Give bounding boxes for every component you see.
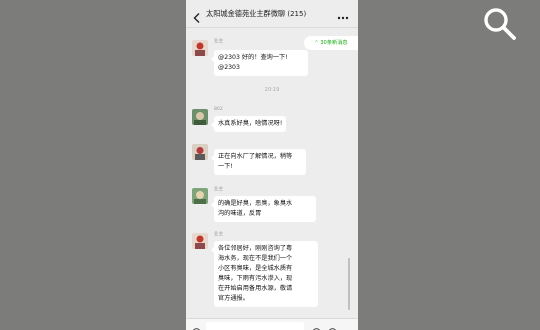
message-line: 的确是好臭，恶臭，象臭水 <box>218 200 293 207</box>
avatar[interactable] <box>192 40 208 56</box>
message-line: 沟的味道，反胃 <box>218 210 262 217</box>
up-arrow-icon: ⌃ <box>314 40 319 46</box>
message-bubble[interactable]: 水真系好臭，啥情况呀! <box>211 116 286 132</box>
sender-name: 业主 <box>214 39 224 44</box>
plus-icon[interactable] <box>328 322 337 330</box>
sender-name: 802 <box>214 107 223 112</box>
message-input[interactable] <box>206 322 304 330</box>
message-bubble[interactable]: 的确是好臭，恶臭，象臭水 沟的味道，反胃 <box>211 196 316 222</box>
search-icon[interactable] <box>482 6 518 42</box>
message-line: 在开始启用备用水源，敬请 <box>218 285 293 292</box>
message-line: 小区有臭味，是全城水质有 <box>218 265 293 272</box>
message-line: 官方通报。 <box>218 295 249 302</box>
avatar[interactable] <box>192 233 208 249</box>
sender-name: 业主 <box>214 187 224 192</box>
avatar[interactable] <box>192 144 208 160</box>
time-separator: 20:19 <box>264 87 280 93</box>
message-line: @2303 <box>218 64 240 71</box>
scrollbar[interactable] <box>348 258 350 310</box>
chat-title: 太阳城金德苑业主群微聊 (215) <box>206 9 324 19</box>
emoji-icon[interactable] <box>312 322 321 330</box>
unread-notice: 30条新消息 <box>320 40 348 46</box>
message-bubble[interactable]: 各位邻居好，刚刚咨询了粤 海水务，现在不是我们一个 小区有臭味，是全城水质有 臭… <box>211 241 318 307</box>
sender-name: 业主 <box>214 232 224 237</box>
message-line: 正在向水厂了解情况，稍等 <box>218 153 293 160</box>
phone-screen: 太阳城金德苑业主群微聊 (215) ⌃ 30条新消息 业主 @2303 好的！查… <box>186 0 358 330</box>
member-count: (215) <box>287 10 307 18</box>
more-icon[interactable] <box>336 9 350 21</box>
avatar[interactable] <box>192 188 208 204</box>
message-bubble[interactable]: 正在向水厂了解情况，稍等 一下! <box>211 149 306 175</box>
back-arrow-icon[interactable] <box>192 9 202 23</box>
message-line: 海水务，现在不是我们一个 <box>218 255 293 262</box>
message-line: @2303 好的！查询一下! <box>218 54 288 61</box>
voice-icon[interactable] <box>192 322 201 330</box>
message-line: 臭味，下雨有污水渗入，现 <box>218 275 293 282</box>
unread-messages-pill[interactable]: ⌃ 30条新消息 <box>304 36 358 50</box>
chat-title-bar: 太阳城金德苑业主群微聊 (215) <box>186 5 358 28</box>
message-bubble[interactable]: @2303 好的！查询一下! @2303 <box>211 50 308 76</box>
chat-name: 太阳城金德苑业主群微聊 <box>206 9 286 18</box>
input-bar <box>186 318 358 330</box>
message-line: 一下! <box>218 163 233 170</box>
message-line: 水真系好臭，啥情况呀! <box>218 120 283 127</box>
message-line: 各位邻居好，刚刚咨询了粤 <box>218 245 293 252</box>
avatar[interactable] <box>192 109 208 125</box>
